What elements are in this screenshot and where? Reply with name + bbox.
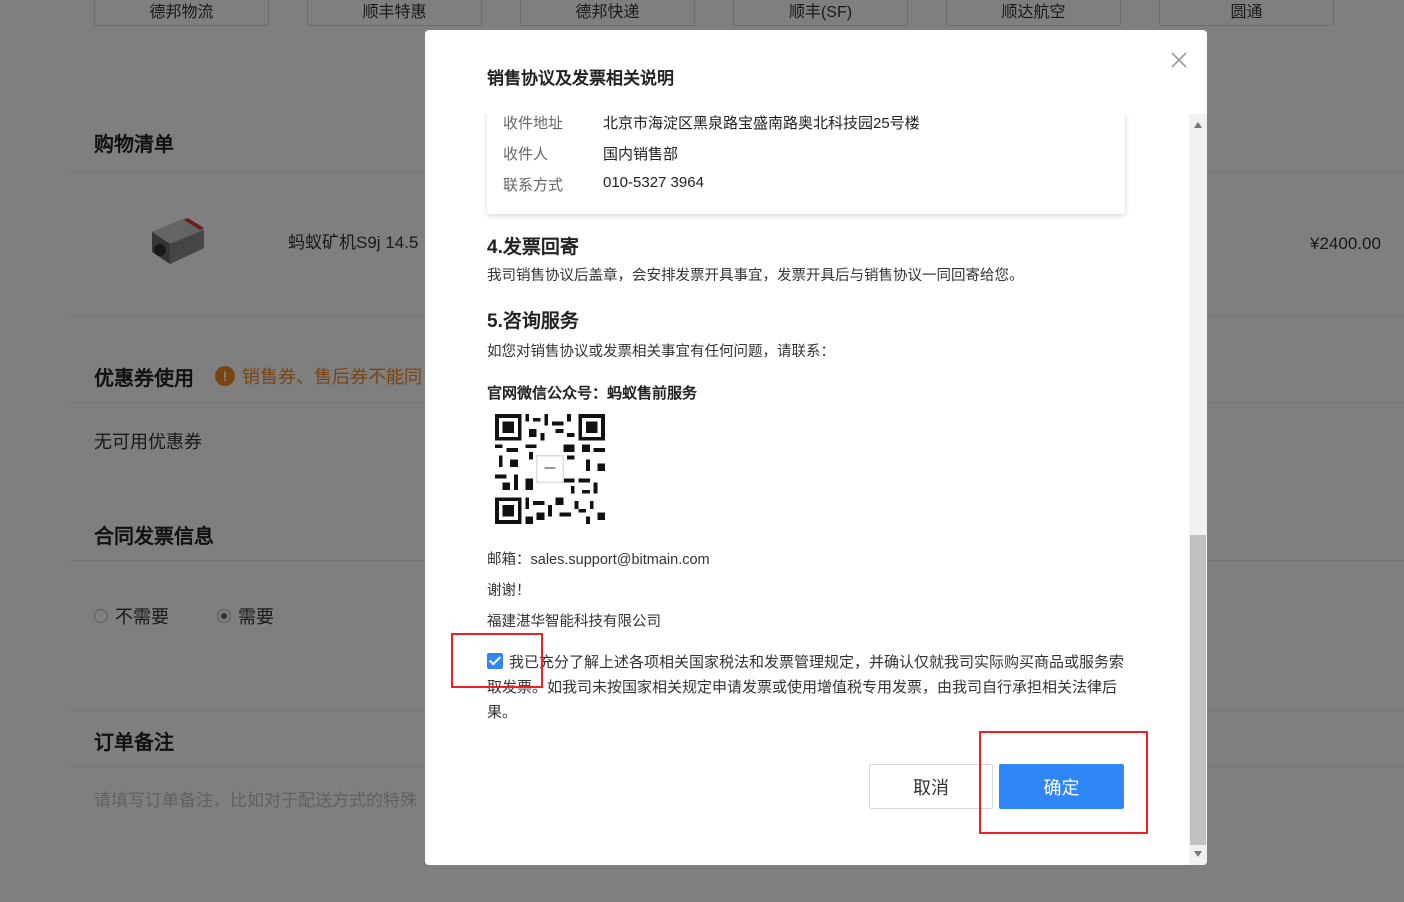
- section4-title: 4.发票回寄: [487, 237, 579, 258]
- contact-row: 联系方式 010-5327 3964: [503, 174, 704, 195]
- section5-title: 5.咨询服务: [487, 311, 579, 332]
- agreement-text: 我已充分了解上述各项相关国家税法和发票管理规定，并确认仅就我司实际购买商品或服务…: [487, 654, 1125, 721]
- scroll-up-arrow-icon[interactable]: [1194, 122, 1202, 128]
- close-icon[interactable]: [1169, 50, 1189, 70]
- address-label: 收件地址: [503, 115, 564, 132]
- agreement-checkbox-row: 我已充分了解上述各项相关国家税法和发票管理规定，并确认仅就我司实际购买商品或服务…: [487, 650, 1127, 725]
- checkbox-highlight-box: [451, 633, 543, 688]
- section4-text: 我司销售协议后盖章，会安排发票开具事宜，发票开具后与销售协议一同回寄给您。: [487, 268, 1024, 284]
- recipient-label: 收件人: [503, 146, 549, 163]
- contact-label: 联系方式: [503, 177, 564, 194]
- address-value: 北京市海淀区黑泉路宝盛南路奥北科技园25号楼: [603, 115, 920, 132]
- thanks-text: 谢谢！: [487, 583, 531, 599]
- scroll-down-arrow-icon[interactable]: [1194, 851, 1202, 857]
- confirm-highlight-box: [979, 731, 1148, 834]
- wechat-label: 官网微信公众号：蚂蚁售前服务: [487, 385, 698, 402]
- address-card: 收件地址 北京市海淀区黑泉路宝盛南路奥北科技园25号楼 收件人 国内销售部 联系…: [487, 114, 1125, 214]
- section5-text: 如您对销售协议或发票相关事宜有任何问题，请联系：: [487, 344, 835, 360]
- contact-value: 010-5327 3964: [603, 174, 704, 191]
- scrollbar-thumb[interactable]: [1190, 535, 1206, 845]
- dialog-title: 销售协议及发票相关说明: [487, 69, 674, 88]
- company-text: 福建湛华智能科技有限公司: [487, 614, 661, 630]
- recipient-row: 收件人 国内销售部: [503, 143, 678, 164]
- address-row: 收件地址 北京市海淀区黑泉路宝盛南路奥北科技园25号楼: [503, 114, 920, 133]
- qr-code-image: [495, 414, 605, 524]
- scrollbar[interactable]: [1189, 114, 1207, 865]
- cancel-button[interactable]: 取消: [869, 764, 993, 809]
- recipient-value: 国内销售部: [603, 146, 679, 163]
- email-text: 邮箱：sales.support@bitmain.com: [487, 552, 710, 568]
